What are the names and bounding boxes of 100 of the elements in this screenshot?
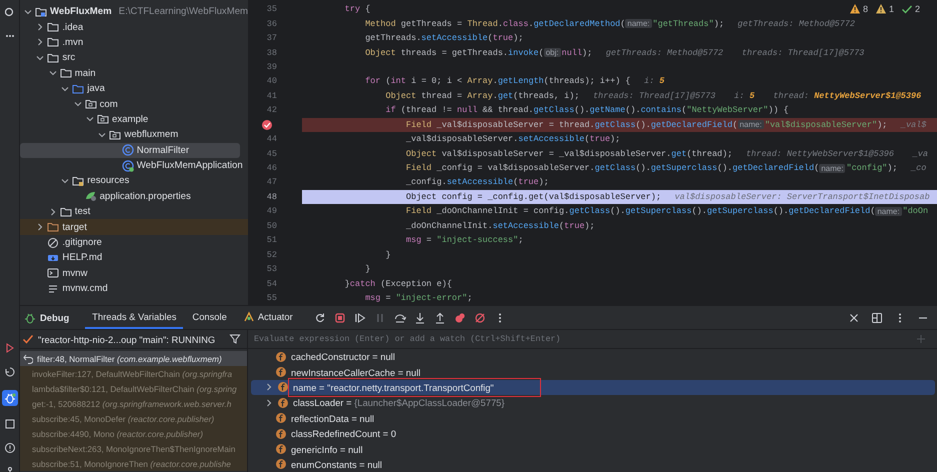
warning-icon[interactable] bbox=[874, 3, 887, 15]
line-number: 46 bbox=[266, 163, 277, 174]
tree-item[interactable]: src bbox=[20, 50, 240, 66]
line-number: 35 bbox=[266, 4, 277, 14]
code-text: Field _val$disposableServer = thread.getClass().getDeclaredField( bbox=[406, 120, 738, 130]
code-text: Object thread = Array.get(threads, i); bbox=[386, 90, 580, 101]
tree-item[interactable]: WebFluxMemApplication bbox=[20, 158, 240, 174]
layout-icon[interactable] bbox=[871, 312, 883, 324]
resume-icon[interactable] bbox=[354, 312, 366, 324]
field-icon bbox=[275, 350, 287, 363]
filter-icon[interactable] bbox=[229, 333, 242, 345]
inline-hint: val$disposableServer: ServerTransport$InetDisposab bbox=[674, 192, 930, 202]
folder-icon bbox=[47, 221, 60, 234]
line-number: 55 bbox=[266, 292, 277, 303]
warning-icon[interactable] bbox=[848, 3, 861, 15]
inline-hint-value: 5 bbox=[749, 90, 755, 101]
warning-icon[interactable] bbox=[4, 442, 16, 454]
step-over-icon[interactable] bbox=[394, 312, 406, 324]
code-text: msg = "inject-success"; bbox=[406, 235, 524, 246]
parameter-hint: name: bbox=[625, 19, 652, 28]
code-text: msg = "inject-error"; bbox=[365, 292, 472, 303]
inspection-count: 2 bbox=[914, 4, 920, 14]
close-icon[interactable] bbox=[848, 312, 860, 324]
thread-selector[interactable]: "reactor-http-nio-2...oup "main": RUNNING bbox=[22, 333, 216, 345]
tab[interactable]: Console bbox=[185, 306, 234, 329]
tree-item[interactable]: java bbox=[20, 80, 240, 96]
code-text: "getThreads"); bbox=[652, 18, 724, 29]
tree-item[interactable]: example bbox=[20, 112, 240, 128]
tree-item[interactable]: main bbox=[20, 66, 240, 81]
inline-hint: _va bbox=[912, 148, 928, 159]
inline-hint: thread: NettyWebServer$1@5396 bbox=[746, 148, 894, 159]
step-out-icon[interactable] bbox=[434, 312, 446, 324]
inline-hint: thread: bbox=[773, 90, 809, 101]
inline-hint-value: NettyWebServer$1@5396 bbox=[814, 90, 922, 101]
step-into-icon[interactable] bbox=[414, 312, 426, 324]
tree-item[interactable]: HELP.md bbox=[20, 250, 240, 266]
rerun-icon[interactable] bbox=[4, 366, 16, 378]
variable-item[interactable]: reflectionData = null bbox=[251, 410, 935, 426]
tree-item[interactable]: target bbox=[20, 219, 248, 235]
tree-item[interactable]: resources bbox=[20, 173, 240, 189]
panel-title: Debug bbox=[40, 312, 70, 323]
prohibited-icon bbox=[47, 236, 60, 249]
stack-frame[interactable]: filter:48, NormalFilter (com.example.webfluxmem) bbox=[20, 351, 247, 366]
bug-icon[interactable] bbox=[2, 390, 18, 406]
parameter-hint: name: bbox=[875, 206, 902, 216]
tab[interactable]: Actuator bbox=[236, 306, 300, 329]
line-number: 50 bbox=[266, 220, 277, 231]
tree-item[interactable]: .idea bbox=[20, 19, 240, 35]
breakpoint-icon[interactable] bbox=[261, 118, 273, 131]
resume-icon[interactable] bbox=[4, 342, 16, 354]
breakpoints-icon[interactable] bbox=[454, 312, 466, 324]
code-text: _val$disposableServer.setAccessible(true); bbox=[406, 134, 620, 144]
tree-item[interactable]: application.properties bbox=[20, 188, 240, 204]
tree-item[interactable]: com bbox=[20, 96, 240, 112]
variable-item[interactable]: classLoader = {Launcher$AppClassLoader@5775} bbox=[251, 395, 935, 411]
tree-item[interactable]: NormalFilter bbox=[20, 142, 240, 158]
line-number: 36 bbox=[266, 18, 277, 29]
tree-item[interactable]: mvnw bbox=[20, 266, 240, 282]
actuator-icon bbox=[242, 310, 255, 322]
code-text: if (thread != null && thread.getClass().getName().contains("NettyWebServer")) { bbox=[386, 105, 789, 116]
code-text: Object config = _config.get(val$disposableServer); bbox=[406, 192, 662, 202]
tree-item[interactable]: webfluxmem bbox=[20, 127, 240, 143]
variable-item[interactable]: newInstanceCallerCache = null bbox=[251, 364, 935, 380]
tab[interactable]: Threads & Variables bbox=[85, 306, 184, 329]
tree-item[interactable]: test bbox=[20, 204, 240, 220]
variable-item[interactable]: classRedefinedCount = 0 bbox=[251, 426, 935, 442]
variable-item[interactable]: genericInfo = null bbox=[251, 441, 935, 457]
code-text: Method getThreads = Thread.class.getDeclaredMethod( bbox=[365, 18, 626, 29]
tree-item[interactable]: .gitignore bbox=[20, 234, 240, 250]
variable-item[interactable]: name = "reactor.netty.transport.TransportConfig" bbox=[251, 380, 935, 396]
line-number: 52 bbox=[266, 250, 277, 260]
variable-item[interactable]: enumConstants = null bbox=[251, 456, 935, 472]
line-number: 49 bbox=[266, 206, 277, 216]
variable-item[interactable]: cachedConstructor = null bbox=[251, 349, 935, 364]
parameter-hint: name: bbox=[819, 164, 846, 173]
inline-hint: threads: Thread[17]@5773 bbox=[742, 48, 864, 58]
line-number: 39 bbox=[266, 62, 277, 72]
line-number: 51 bbox=[266, 235, 277, 246]
mute-breakpoints-icon[interactable] bbox=[474, 312, 486, 324]
inline-hint: getThreads: Method@5772 bbox=[738, 18, 855, 29]
field-icon bbox=[277, 381, 289, 394]
inline-hint: _val$ bbox=[900, 120, 926, 130]
tree-item[interactable]: .mvn bbox=[20, 34, 240, 50]
inline-hint: _co bbox=[911, 163, 926, 174]
stop-icon[interactable] bbox=[334, 312, 346, 324]
evaluate-field[interactable]: Evaluate expression (Enter) or add a watch (Ctrl+Shift+Enter) bbox=[248, 333, 915, 345]
code-text: }catch (Exception e){ bbox=[344, 278, 452, 289]
code-text: for (int i = 0; i < Array.getLength(threads); i++) { bbox=[365, 76, 630, 86]
field-icon bbox=[275, 412, 287, 424]
code-text: getThreads.setAccessible(true); bbox=[365, 33, 524, 44]
package-icon bbox=[84, 98, 97, 110]
check-icon[interactable] bbox=[900, 3, 913, 15]
leaf-gear-icon bbox=[84, 190, 97, 202]
line-number: 47 bbox=[266, 177, 277, 188]
folder-icon bbox=[60, 67, 72, 80]
tree-item[interactable]: mvnw.cmd bbox=[20, 281, 240, 296]
rerun-icon[interactable] bbox=[314, 312, 326, 324]
line-number: 42 bbox=[266, 105, 277, 116]
square-icon[interactable] bbox=[4, 418, 16, 430]
class-icon bbox=[122, 144, 134, 156]
